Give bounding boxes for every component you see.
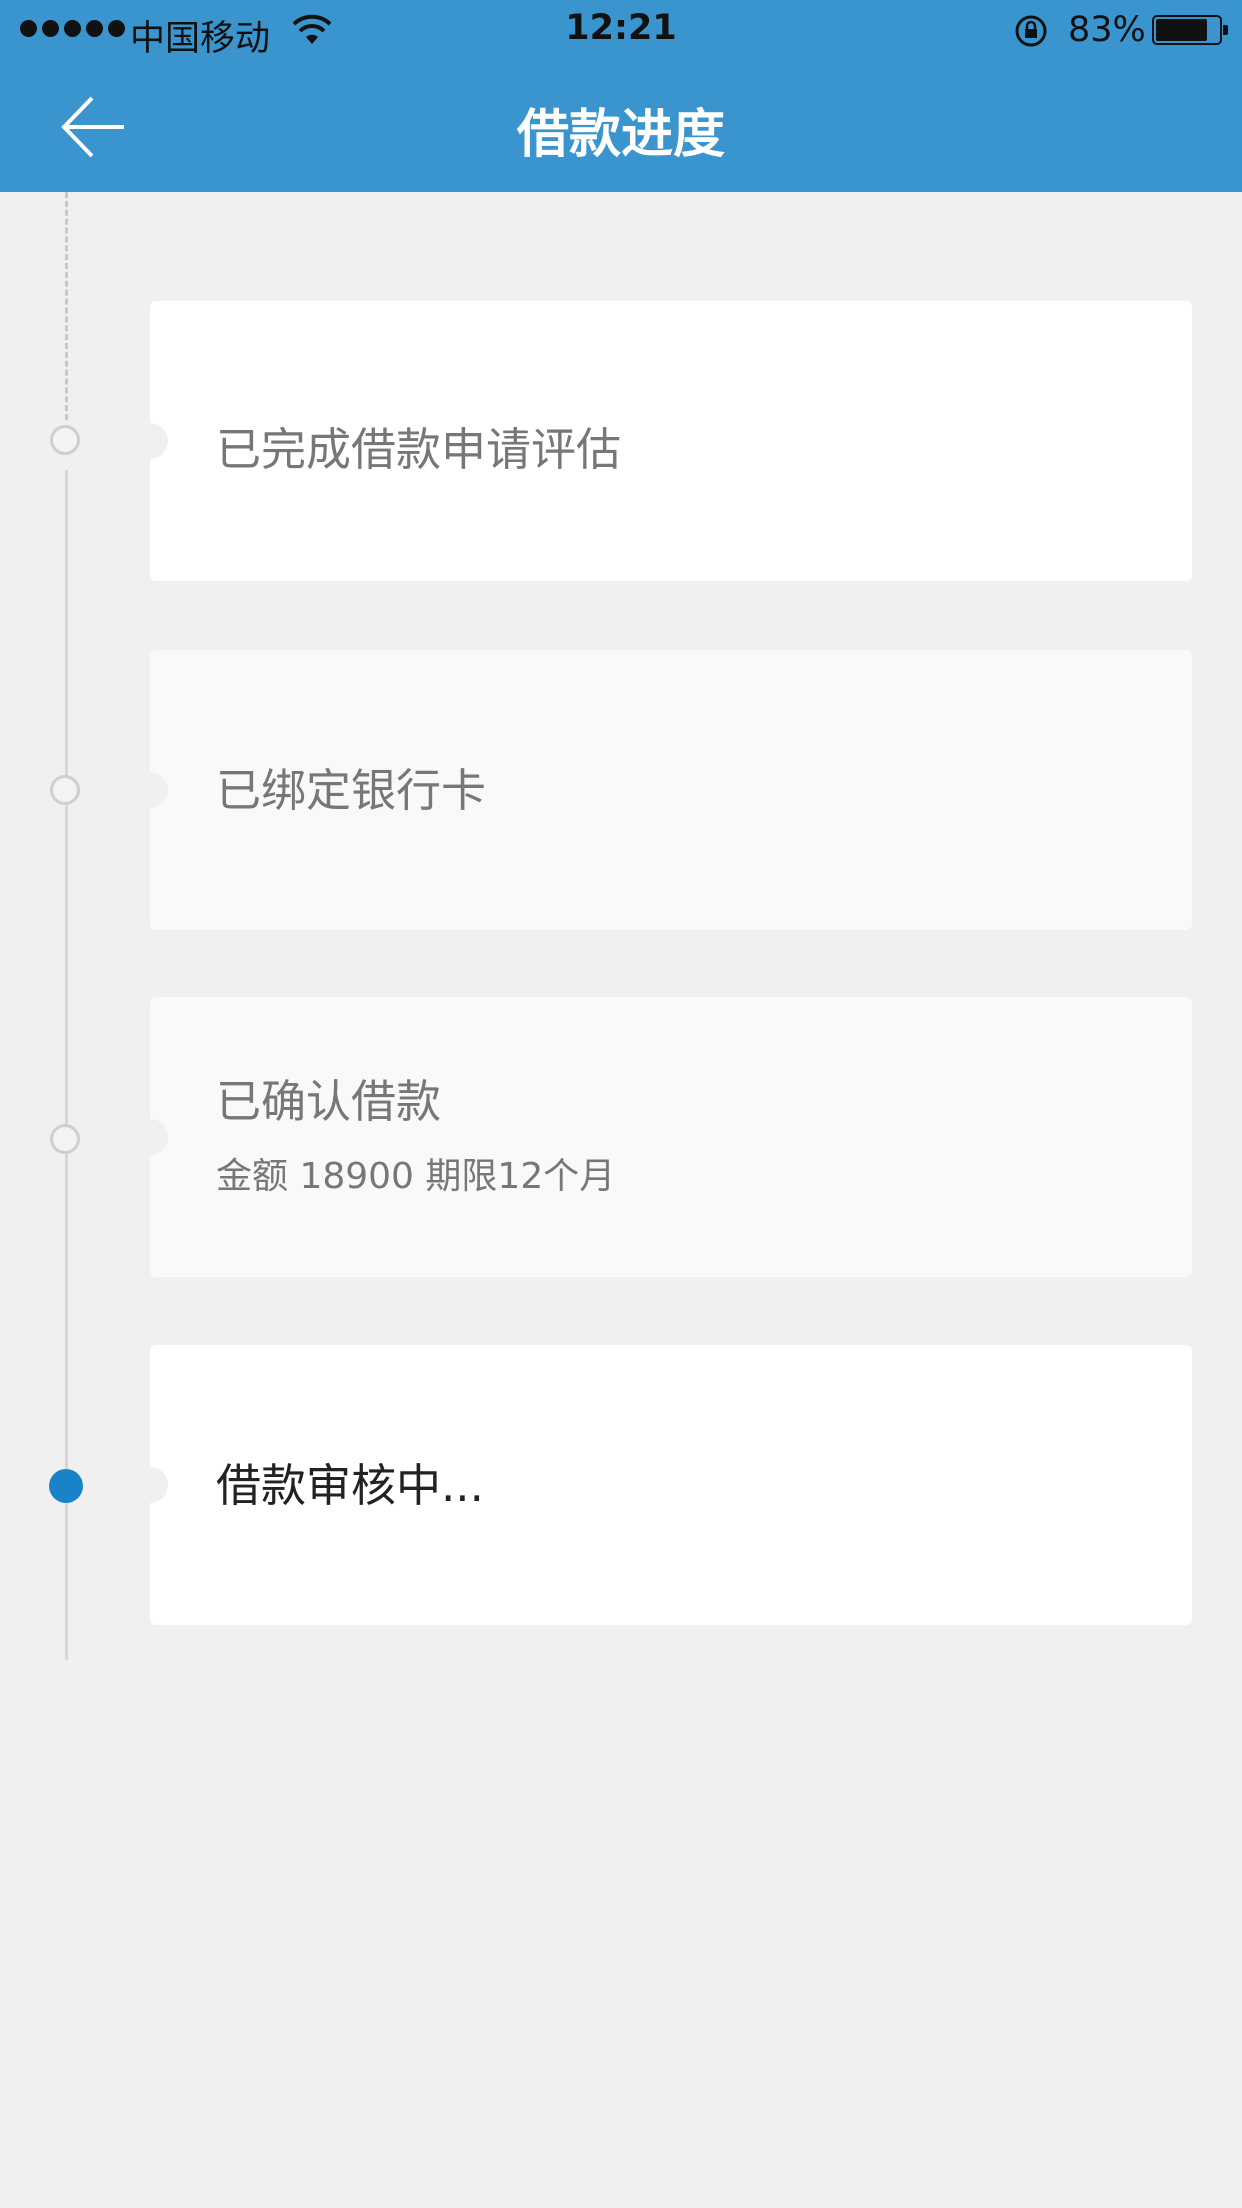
step-3-node xyxy=(50,1124,80,1154)
page-title: 借款进度 xyxy=(516,105,725,165)
step-3-label: 已确认借款 xyxy=(216,1075,442,1128)
step-4-label: 借款审核中... xyxy=(216,1459,484,1512)
step-1-node xyxy=(50,425,80,455)
step-card-2: 已绑定银行卡 xyxy=(132,650,1192,930)
status-bar: 中国移动 12:21 83% xyxy=(0,0,1242,62)
timeline-dashed-line xyxy=(65,192,68,420)
step-4-node-active xyxy=(49,1469,83,1503)
step-1-label: 已完成借款申请评估 xyxy=(216,423,622,476)
battery-percent: 83% xyxy=(1068,10,1146,50)
step-card-1: 已完成借款申请评估 xyxy=(132,301,1192,581)
step-card-4: 借款审核中... xyxy=(132,1345,1192,1625)
step-2-label: 已绑定银行卡 xyxy=(216,764,487,817)
status-time: 12:21 xyxy=(565,8,677,48)
step-2-node xyxy=(50,775,80,805)
app-header: 中国移动 12:21 83% 借款进度 xyxy=(0,0,1242,192)
step-3-detail: 金额 18900 期限12个月 xyxy=(216,1156,616,1197)
step-card-3: 已确认借款 金额 18900 期限12个月 xyxy=(132,997,1192,1277)
rotation-lock-icon xyxy=(1014,14,1050,57)
battery-icon xyxy=(1152,15,1228,45)
